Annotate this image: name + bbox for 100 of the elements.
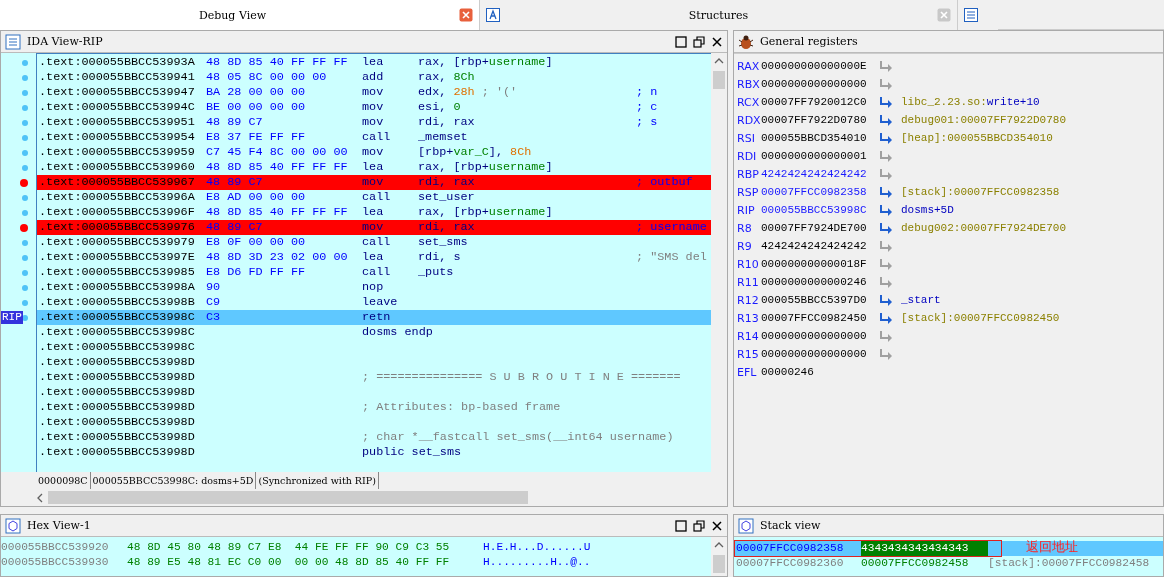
- register-name: R11: [737, 275, 760, 289]
- scrollbar[interactable]: [711, 537, 727, 576]
- register-value[interactable]: 0000000000000000: [761, 78, 879, 90]
- jump-arrow-icon[interactable]: [879, 222, 893, 234]
- stack-row[interactable]: 00007FFCC0982360 00007FFCC0982458 [stack]:00007FFCC0982458: [734, 556, 1163, 571]
- jump-arrow-icon[interactable]: [879, 258, 893, 270]
- scroll-up-icon[interactable]: [714, 57, 724, 65]
- restore-icon[interactable]: [693, 35, 705, 48]
- tab[interactable]: Structures: [480, 0, 958, 30]
- jump-arrow-icon[interactable]: [879, 312, 893, 324]
- listing-line[interactable]: .text:000055BBCC539959 C7 45 F4 8C 00 00 00 mov [rbp+var_C], 8Ch: [37, 145, 711, 160]
- scrollbar[interactable]: [711, 53, 727, 472]
- line-dot-icon[interactable]: [22, 269, 28, 276]
- line-dot-icon[interactable]: [22, 164, 28, 171]
- close-icon[interactable]: [711, 35, 723, 48]
- listing-line[interactable]: .text:000055BBCC539954 E8 37 FE FF FF call _memset: [37, 130, 711, 145]
- listing-line[interactable]: .text:000055BBCC53996A E8 AD 00 00 00 call set_user: [37, 190, 711, 205]
- listing-line[interactable]: .text:000055BBCC53997E 48 8D 3D 23 02 00 00 lea rdi, s ; "SMS del: [37, 250, 711, 265]
- maximize-icon[interactable]: [675, 519, 687, 532]
- scroll-thumb[interactable]: [713, 555, 725, 573]
- scroll-up-icon[interactable]: [714, 541, 724, 549]
- register-value[interactable]: 00000246: [761, 366, 879, 378]
- listing-line[interactable]: .text:000055BBCC53993A 48 8D 85 40 FF FF FF lea rax, [rbp+username]: [37, 55, 711, 70]
- close-icon[interactable]: [711, 519, 723, 532]
- line-dot-icon[interactable]: [22, 119, 28, 126]
- tab[interactable]: Debug View: [0, 0, 480, 30]
- register-value[interactable]: 0000000000000001: [761, 150, 879, 162]
- line-dot-icon[interactable]: [22, 299, 28, 306]
- stack-row[interactable]: 00007FFCC0982358 4343434343434343 返回地址: [734, 541, 1163, 556]
- line-dot-icon[interactable]: [22, 254, 28, 261]
- line-dot-icon[interactable]: [22, 209, 28, 216]
- register-value[interactable]: 000000000000018F: [761, 258, 879, 270]
- breakpoint-icon[interactable]: [20, 178, 28, 187]
- register-value[interactable]: 4242424242424242: [761, 240, 879, 252]
- jump-arrow-icon[interactable]: [879, 96, 893, 108]
- listing-line[interactable]: .text:000055BBCC53998A 90 nop: [37, 280, 711, 295]
- register-value[interactable]: 00007FF7920012C0: [761, 96, 879, 108]
- line-dot-icon[interactable]: [22, 134, 28, 141]
- register-value[interactable]: 0000000000000000: [761, 348, 879, 360]
- register-value[interactable]: 000055BBCD354010: [761, 132, 879, 144]
- jump-arrow-icon[interactable]: [879, 204, 893, 216]
- listing-line[interactable]: .text:000055BBCC53998B C9 leave: [37, 295, 711, 310]
- register-value[interactable]: 000000000000000E: [761, 60, 879, 72]
- jump-arrow-icon[interactable]: [879, 132, 893, 144]
- listing-line[interactable]: .text:000055BBCC53998D ; =============== S U B R O U T I N E =======: [37, 370, 711, 385]
- line-dot-icon[interactable]: [22, 149, 28, 156]
- listing-line[interactable]: .text:000055BBCC53998D ; Attributes: bp-based frame: [37, 400, 711, 415]
- jump-arrow-icon[interactable]: [879, 60, 893, 72]
- jump-arrow-icon[interactable]: [879, 168, 893, 180]
- scroll-left-icon[interactable]: [36, 492, 44, 503]
- listing-line[interactable]: .text:000055BBCC53998C: [37, 340, 711, 355]
- restore-icon[interactable]: [693, 519, 705, 532]
- register-value[interactable]: 4242424242424242: [761, 168, 879, 180]
- jump-arrow-icon[interactable]: [879, 150, 893, 162]
- listing-line[interactable]: .text:000055BBCC53994C BE 00 00 00 00 mov esi, 0 ; c: [37, 100, 711, 115]
- register-value[interactable]: 0000000000000246: [761, 276, 879, 288]
- listing-line[interactable]: .text:000055BBCC53996F 48 8D 85 40 FF FF FF lea rax, [rbp+username]: [37, 205, 711, 220]
- register-value[interactable]: 00007FF7922D0780: [761, 114, 879, 126]
- register-value[interactable]: 000055BBCC53998C: [761, 204, 879, 216]
- listing-line[interactable]: .text:000055BBCC539960 48 8D 85 40 FF FF FF lea rax, [rbp+username]: [37, 160, 711, 175]
- register-value[interactable]: 00007FFCC0982450: [761, 312, 879, 324]
- line-dot-icon[interactable]: [22, 89, 28, 96]
- line-dot-icon[interactable]: [22, 239, 28, 246]
- listing-line[interactable]: .text:000055BBCC539947 BA 28 00 00 00 mov edx, 28h ; '(' ; n: [37, 85, 711, 100]
- listing-line[interactable]: .text:000055BBCC539951 48 89 C7 mov rdi, rax ; s: [37, 115, 711, 130]
- jump-arrow-icon[interactable]: [879, 330, 893, 342]
- jump-arrow-icon[interactable]: [879, 348, 893, 360]
- register-value[interactable]: 00007FF7924DE700: [761, 222, 879, 234]
- listing-line[interactable]: .text:000055BBCC539985 E8 D6 FD FF FF call _puts: [37, 265, 711, 280]
- register-value[interactable]: 00007FFCC0982358: [761, 186, 879, 198]
- listing-line[interactable]: .text:000055BBCC53998D public set_sms: [37, 445, 711, 460]
- maximize-icon[interactable]: [675, 35, 687, 48]
- line-dot-icon[interactable]: [22, 314, 28, 321]
- jump-arrow-icon[interactable]: [879, 294, 893, 306]
- scroll-thumb[interactable]: [48, 491, 528, 504]
- address: .text:000055BBCC53998D: [39, 415, 196, 430]
- line-dot-icon[interactable]: [22, 284, 28, 291]
- line-dot-icon[interactable]: [22, 59, 28, 66]
- panel-title: IDA View-RIP: [27, 35, 104, 48]
- line-dot-icon[interactable]: [22, 194, 28, 201]
- jump-arrow-icon[interactable]: [879, 114, 893, 126]
- line-dot-icon[interactable]: [22, 104, 28, 111]
- listing-line[interactable]: .text:000055BBCC53998D: [37, 415, 711, 430]
- mnemonic: call: [362, 265, 392, 280]
- register-value[interactable]: 000055BBCC5397D0: [761, 294, 879, 306]
- line-dot-icon[interactable]: [22, 74, 28, 81]
- listing-line[interactable]: .text:000055BBCC539979 E8 0F 00 00 00 call set_sms: [37, 235, 711, 250]
- scroll-thumb[interactable]: [713, 71, 725, 89]
- listing-line[interactable]: .text:000055BBCC539941 48 05 8C 00 00 00 add rax, 8Ch: [37, 70, 711, 85]
- listing-line[interactable]: .text:000055BBCC53998D: [37, 385, 711, 400]
- jump-arrow-icon[interactable]: [879, 78, 893, 90]
- listing-line[interactable]: .text:000055BBCC53998C dosms endp: [37, 325, 711, 340]
- register-value[interactable]: 0000000000000000: [761, 330, 879, 342]
- listing-line[interactable]: .text:000055BBCC53998D ; char *__fastcall set_sms(__int64 username): [37, 430, 711, 445]
- jump-arrow-icon[interactable]: [879, 240, 893, 252]
- listing-line[interactable]: .text:000055BBCC53998D: [37, 355, 711, 370]
- jump-arrow-icon[interactable]: [879, 276, 893, 288]
- jump-arrow-icon[interactable]: [879, 186, 893, 198]
- breakpoint-icon[interactable]: [20, 223, 28, 232]
- address: .text:000055BBCC53996F: [39, 205, 196, 220]
